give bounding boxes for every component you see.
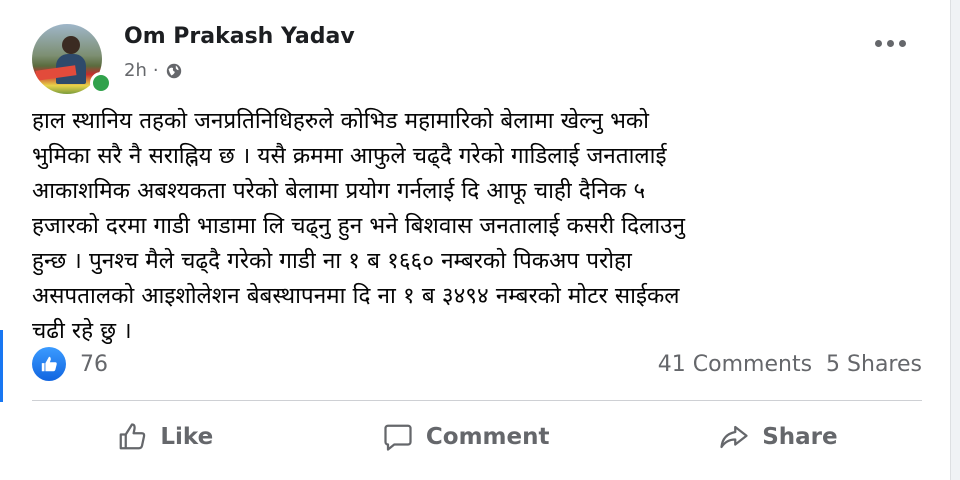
more-options-icon[interactable] — [875, 40, 906, 47]
online-status-icon — [90, 72, 112, 94]
shares-count[interactable]: 5 Shares — [826, 352, 922, 377]
author-name[interactable]: Om Prakash Yadav — [124, 24, 355, 49]
like-button[interactable]: Like — [100, 416, 229, 458]
post-time[interactable]: 2h — [124, 60, 147, 81]
share-button[interactable]: Share — [702, 416, 853, 458]
author-avatar[interactable] — [32, 24, 112, 94]
like-label: Like — [160, 424, 214, 450]
divider — [32, 400, 922, 401]
post-card: Om Prakash Yadav 2h · हाल स्थानिय तहको ज… — [0, 0, 951, 480]
post-meta: 2h · — [124, 60, 183, 81]
comment-icon — [384, 424, 412, 451]
comment-label: Comment — [425, 424, 550, 450]
globe-icon[interactable] — [165, 62, 183, 80]
post-stats: 76 41 Comments 5 Shares — [32, 344, 922, 384]
focus-indicator — [0, 330, 3, 402]
like-reaction-icon — [32, 347, 66, 381]
share-label: Share — [762, 424, 838, 450]
likes-count: 76 — [80, 351, 108, 377]
comments-count[interactable]: 41 Comments — [658, 352, 812, 377]
post-text: हाल स्थानिय तहको जनप्रतिनिधिहरुले कोभिड … — [32, 108, 685, 344]
thumbs-up-icon — [119, 423, 146, 450]
comment-button[interactable]: Comment — [366, 416, 566, 458]
post-actions: Like Comment Share — [32, 408, 922, 466]
share-icon — [720, 425, 748, 449]
reactions-summary[interactable]: 76 — [32, 347, 108, 381]
